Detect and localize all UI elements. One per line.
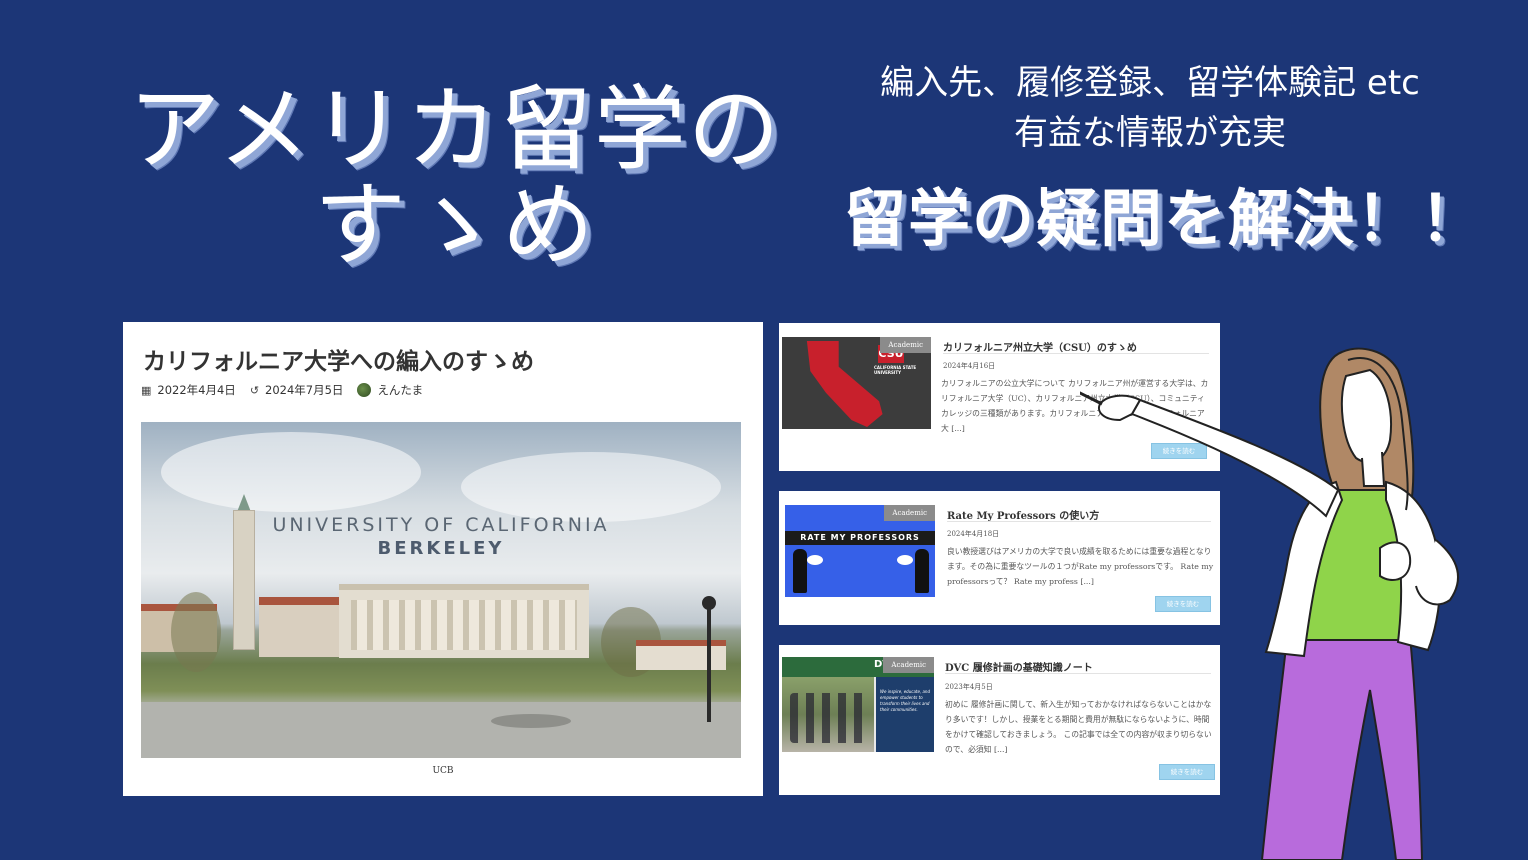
avatar — [357, 383, 372, 397]
silhouette — [915, 549, 929, 593]
article-title[interactable]: DVC 履修計画の基礎知識ノート — [945, 659, 1093, 674]
main-title-line2: すゝめ — [313, 172, 596, 279]
published-date: 2022年4月4日 — [157, 383, 236, 397]
subtitle-line2: 有益な情報が充実 — [1014, 113, 1286, 153]
calendar-icon: ▦ — [141, 383, 152, 397]
silhouette — [793, 549, 807, 593]
tree — [171, 592, 221, 672]
csu-logo-text: CALIFORNIA STATE UNIVERSITY — [874, 365, 917, 375]
lamp-post — [707, 602, 711, 722]
updated-date: 2024年7月5日 — [265, 383, 344, 397]
speech-bubble — [807, 555, 823, 565]
dvc-panel-text: We inspire, educate, and empower student… — [880, 689, 930, 712]
cloud — [161, 432, 421, 512]
main-article-title[interactable]: カリフォルニア大学への編入のすゝめ — [143, 342, 534, 376]
presenter-illustration — [1080, 347, 1459, 860]
cloud — [461, 452, 721, 522]
article-thumbnail[interactable]: CSU CALIFORNIA STATE UNIVERSITY Academic — [782, 337, 931, 429]
main-title-line1: アメリカ留学の — [128, 76, 782, 183]
article-thumbnail[interactable]: RATE MY PROFESSORS Academic — [785, 505, 935, 597]
students — [790, 693, 868, 743]
main-article-meta: ▦ 2022年4月4日 ↺ 2024年7月5日 えんたま — [141, 382, 423, 398]
main-title: アメリカ留学の すゝめ — [95, 82, 815, 274]
headline: 留学の疑問を解決！！ — [843, 182, 1484, 255]
category-badge[interactable]: Academic — [880, 337, 931, 353]
article-title[interactable]: Rate My Professors の使い方 — [947, 507, 1099, 522]
building — [636, 640, 726, 670]
subtitle-line1: 編入先、履修登録、留学体験記 etc — [880, 63, 1420, 103]
article-date: 2023年4月5日 — [945, 683, 993, 691]
category-badge[interactable]: Academic — [883, 657, 934, 673]
article-thumbnail[interactable]: DVC We inspire, educate, and empower stu… — [782, 657, 934, 752]
history-icon: ↺ — [249, 383, 260, 397]
category-badge[interactable]: Academic — [884, 505, 935, 521]
main-article-card[interactable]: カリフォルニア大学への編入のすゝめ ▦ 2022年4月4日 ↺ 2024年7月5… — [123, 322, 763, 796]
author-name[interactable]: えんたま — [377, 382, 423, 398]
drain — [491, 714, 571, 728]
rmp-logo-text: RATE MY PROFESSORS — [785, 531, 935, 545]
image-text-line2: BERKELEY — [377, 538, 505, 559]
walkway — [141, 702, 741, 758]
california-map — [806, 341, 883, 427]
library-columns — [351, 600, 577, 650]
image-caption: UCB — [432, 766, 454, 776]
image-text-line1: UNIVERSITY OF CALIFORNIA — [272, 514, 610, 536]
main-article-image[interactable]: UNIVERSITY OF CALIFORNIA BERKELEY — [141, 422, 741, 758]
article-date: 2024年4月16日 — [943, 362, 996, 370]
article-date: 2024年4月18日 — [947, 530, 1000, 538]
building — [259, 597, 339, 657]
lamp-head — [702, 596, 716, 610]
speech-bubble — [897, 555, 913, 565]
